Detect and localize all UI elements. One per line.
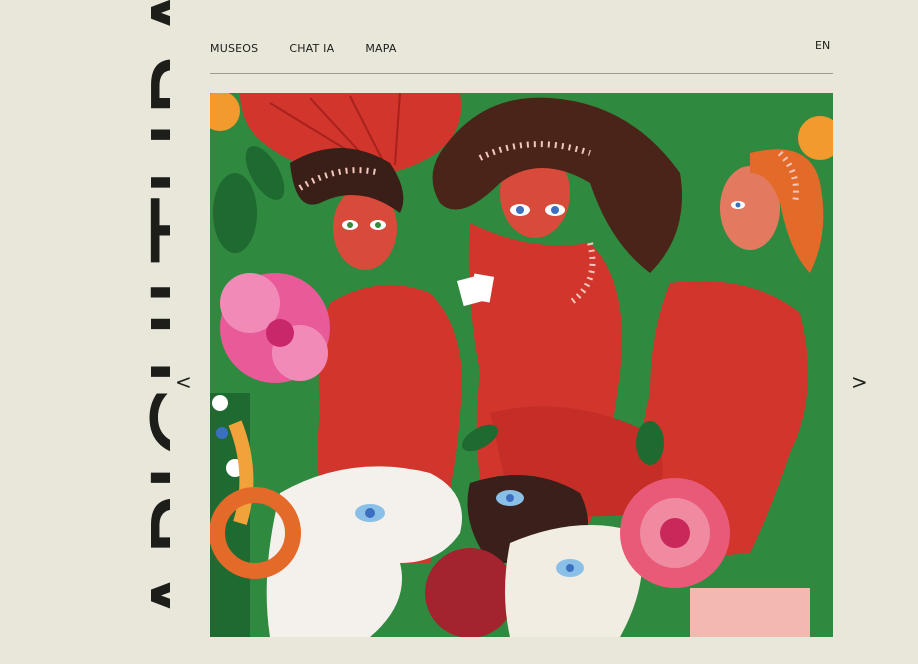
- main-nav: MUSEOS CHAT IA MAPA: [210, 42, 397, 55]
- nav-item-museos[interactable]: MUSEOS: [210, 42, 258, 55]
- carousel-prev-button[interactable]: <: [175, 372, 192, 392]
- carousel-next-button[interactable]: >: [851, 372, 868, 392]
- nav-divider: [210, 73, 833, 74]
- nav-item-chat-ia[interactable]: CHAT IA: [289, 42, 334, 55]
- featured-artwork-image: [210, 93, 833, 637]
- artwork-illustration: [210, 93, 833, 637]
- page: APICULTURA MUSEOS CHAT IA MAPA EN < >: [0, 0, 918, 664]
- brand-wordmark[interactable]: APICULTURA: [130, 0, 170, 631]
- brand-wordmark-container: APICULTURA: [70, 0, 170, 664]
- nav-item-mapa[interactable]: MAPA: [365, 42, 396, 55]
- language-switch[interactable]: EN: [815, 39, 830, 52]
